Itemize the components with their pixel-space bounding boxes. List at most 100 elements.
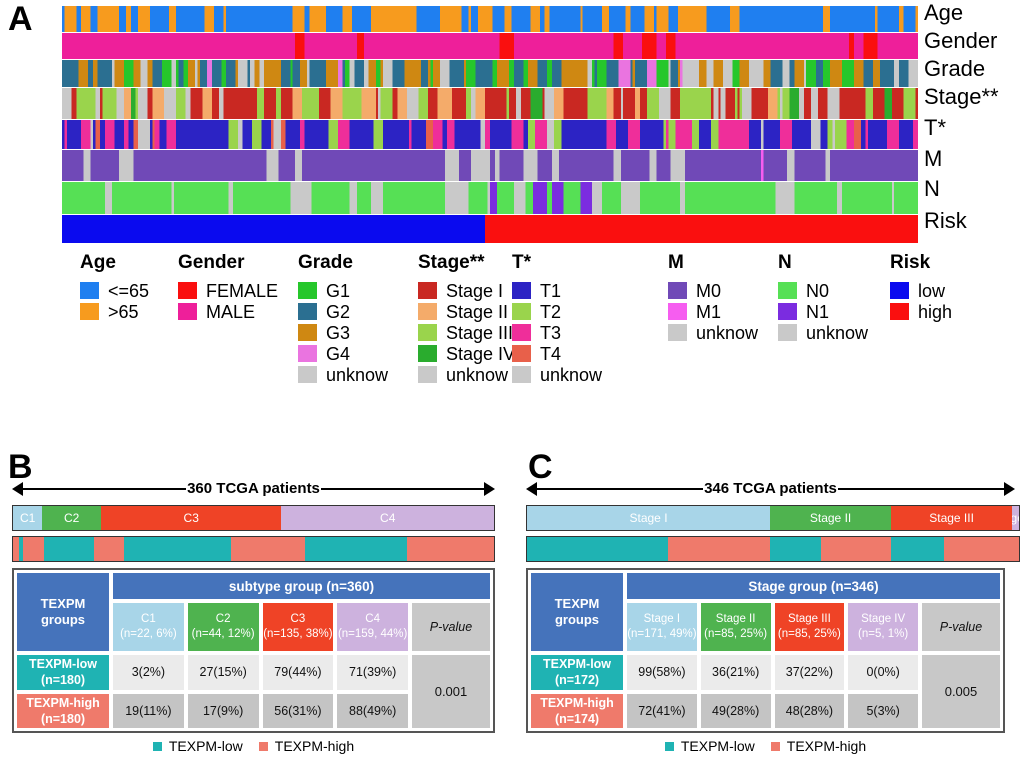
table-cell: 27(15%)	[187, 655, 259, 690]
heatmap-track-canvas	[62, 60, 918, 87]
strip-segment: Stage I	[527, 506, 771, 530]
legend-group-n: N N0 N1 unknow	[778, 252, 868, 344]
table-cell: 71(39%)	[337, 655, 408, 690]
strip-segment	[527, 537, 668, 561]
heatmap-track-m	[62, 150, 918, 181]
heatmap-label-m: M	[924, 146, 943, 171]
strip-segment: C4	[281, 506, 495, 530]
table-row-header-count: (n=180)	[40, 673, 86, 688]
group-legend-item: TEXPM-low	[664, 738, 755, 754]
legend-item: N0	[778, 281, 868, 300]
legend-group-title: Age	[80, 252, 116, 273]
panel-a-letter: A	[8, 0, 33, 38]
strip-segment	[123, 537, 232, 561]
table-cell: 36(21%)	[700, 655, 771, 690]
legend-item-label: FEMALE	[206, 280, 279, 301]
strip-segment: C1	[13, 506, 43, 530]
legend-item-label: MALE	[206, 301, 256, 322]
legend-swatch	[778, 282, 797, 299]
legend-swatch	[778, 303, 797, 320]
legend-item-label: unknow	[696, 322, 759, 343]
strip-segment	[891, 537, 944, 561]
legend-swatch	[778, 324, 797, 341]
legend-item-label: T4	[540, 343, 562, 364]
heatmap-track-canvas	[62, 88, 918, 119]
table-column-header: Stage II (n=85, 25%)	[700, 603, 771, 651]
legend-swatch	[668, 282, 687, 299]
legend-group-title: Risk	[890, 252, 931, 273]
table-cell: 88(49%)	[337, 693, 408, 728]
table-column-header-count: (n=22, 6%)	[120, 628, 177, 640]
legend-swatch	[418, 345, 437, 362]
legend-swatch	[418, 366, 437, 383]
table-cell: 3(2%)	[113, 655, 184, 690]
table-row-header: TEXPM-low (n=180)	[17, 655, 109, 690]
panel-c-patient-count-arrow: 346 TCGA patients	[526, 478, 1015, 500]
legend-item-label: T1	[540, 280, 562, 301]
heatmap-label-stage: Stage**	[924, 84, 999, 109]
heatmap-label-age: Age	[924, 0, 964, 25]
table-pvalue-header: P-value	[922, 603, 1000, 651]
arrow-head-right	[484, 482, 495, 496]
table-column-header: C1 (n=22, 6%)	[113, 603, 184, 651]
heatmap-label-n: N	[924, 176, 940, 201]
legend-swatch	[178, 303, 197, 320]
table-column-header: Stage III (n=85, 25%)	[774, 603, 845, 651]
table-column-header-label: Stage II	[715, 613, 756, 626]
legend-group-title: M	[668, 252, 684, 273]
legend-item: >65	[80, 302, 149, 321]
panel-c-table: TEXPM groups Stage group (n=346) Stage I (n=…	[526, 568, 1005, 733]
table-row-header-count: (n=172)	[554, 673, 600, 688]
heatmap-track-canvas	[62, 215, 918, 243]
legend-swatch	[890, 282, 909, 299]
group-legend-swatch	[770, 741, 780, 751]
strip-segment: C3	[101, 506, 282, 530]
legend-group-grade: Grade G1 G2 G3 G4 unknow	[298, 252, 388, 386]
legend-item-label: G2	[326, 301, 351, 322]
table-group-title: subtype group (n=360)	[113, 573, 490, 599]
table-column-header-count: (n=44, 12%)	[191, 628, 255, 640]
legend-item: T4	[512, 344, 602, 363]
legend-group-m: M M0 M1 unknow	[668, 252, 758, 344]
strip-segment	[93, 537, 124, 561]
heatmap-track-canvas	[62, 120, 918, 149]
legend-swatch	[668, 303, 687, 320]
legend-item-label: unknow	[326, 364, 389, 385]
group-legend-label: TEXPM-high	[274, 738, 355, 754]
legend-item: M1	[668, 302, 758, 321]
table-column-header-label: Stage I	[643, 613, 681, 626]
legend-swatch	[512, 282, 531, 299]
heatmap-track-canvas	[62, 150, 918, 181]
table-row-header-count: (n=180)	[40, 711, 86, 726]
legend-item-label: G1	[326, 280, 351, 301]
table-column-header-count: (n=85, 25%)	[777, 628, 841, 640]
legend-group-title: Gender	[178, 252, 245, 273]
legend-swatch	[890, 303, 909, 320]
table-cell: 37(22%)	[774, 655, 845, 690]
strip-segment: Stage III	[891, 506, 1013, 530]
legend-swatch	[418, 324, 437, 341]
group-legend-item: TEXPM-high	[258, 738, 355, 754]
strip-segment	[43, 537, 94, 561]
legend-swatch	[298, 345, 317, 362]
legend-item: <=65	[80, 281, 149, 300]
table-corner-header: TEXPM groups	[17, 573, 109, 651]
panel-b-arrow-label: 360 TCGA patients	[186, 479, 321, 497]
legend-item: G1	[298, 281, 388, 300]
legend-swatch	[512, 345, 531, 362]
legend-swatch	[298, 324, 317, 341]
heatmap-track-grade	[62, 60, 918, 87]
table-cell: 17(9%)	[187, 693, 259, 728]
legend-item: unknow	[668, 323, 758, 342]
legend-group-risk: Risk low high	[890, 252, 952, 323]
arrow-line-left	[23, 488, 187, 490]
group-legend-swatch	[152, 741, 162, 751]
table-column-header-count: (n=135, 38%)	[263, 628, 333, 640]
legend-swatch	[512, 366, 531, 383]
legend-group-gender: Gender FEMALE MALE	[178, 252, 278, 323]
table-pvalue-header: P-value	[412, 603, 490, 651]
legend-item: unknow	[298, 365, 388, 384]
legend-item-label: >65	[108, 301, 139, 322]
group-legend-swatch	[258, 741, 268, 751]
legend-item: T3	[512, 323, 602, 342]
